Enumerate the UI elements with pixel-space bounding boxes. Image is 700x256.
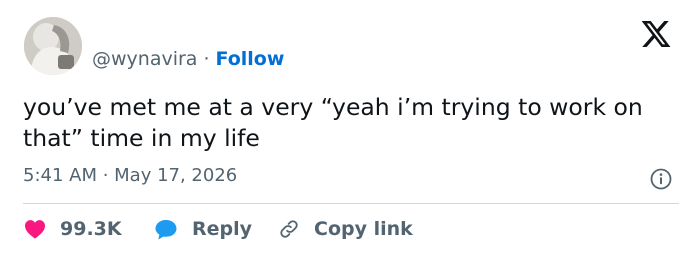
user-header: @wynavira · Follow — [92, 46, 284, 72]
avatar[interactable] — [24, 17, 82, 75]
reply-button[interactable]: Reply — [154, 216, 252, 242]
follow-button[interactable]: Follow — [216, 48, 285, 70]
x-logo-icon[interactable] — [639, 18, 673, 50]
heart-icon — [25, 220, 45, 239]
link-icon — [280, 220, 298, 238]
separator: · — [203, 48, 210, 70]
copy-link-button[interactable]: Copy link — [278, 216, 413, 242]
reply-bubble-icon — [155, 219, 177, 240]
like-count: 99.3K — [60, 218, 122, 240]
copy-link-label: Copy link — [314, 218, 413, 240]
reply-label: Reply — [192, 218, 253, 240]
divider — [23, 203, 679, 204]
tweet-text: you’ve met me at a very “yeah i’m trying… — [23, 93, 643, 152]
tweet-timestamp[interactable]: 5:41 AM · May 17, 2026 — [23, 165, 237, 186]
profile-photo-icon — [24, 17, 82, 75]
like-button[interactable]: 99.3K — [24, 216, 122, 242]
user-handle[interactable]: @wynavira — [92, 48, 197, 70]
info-icon[interactable] — [650, 168, 672, 190]
